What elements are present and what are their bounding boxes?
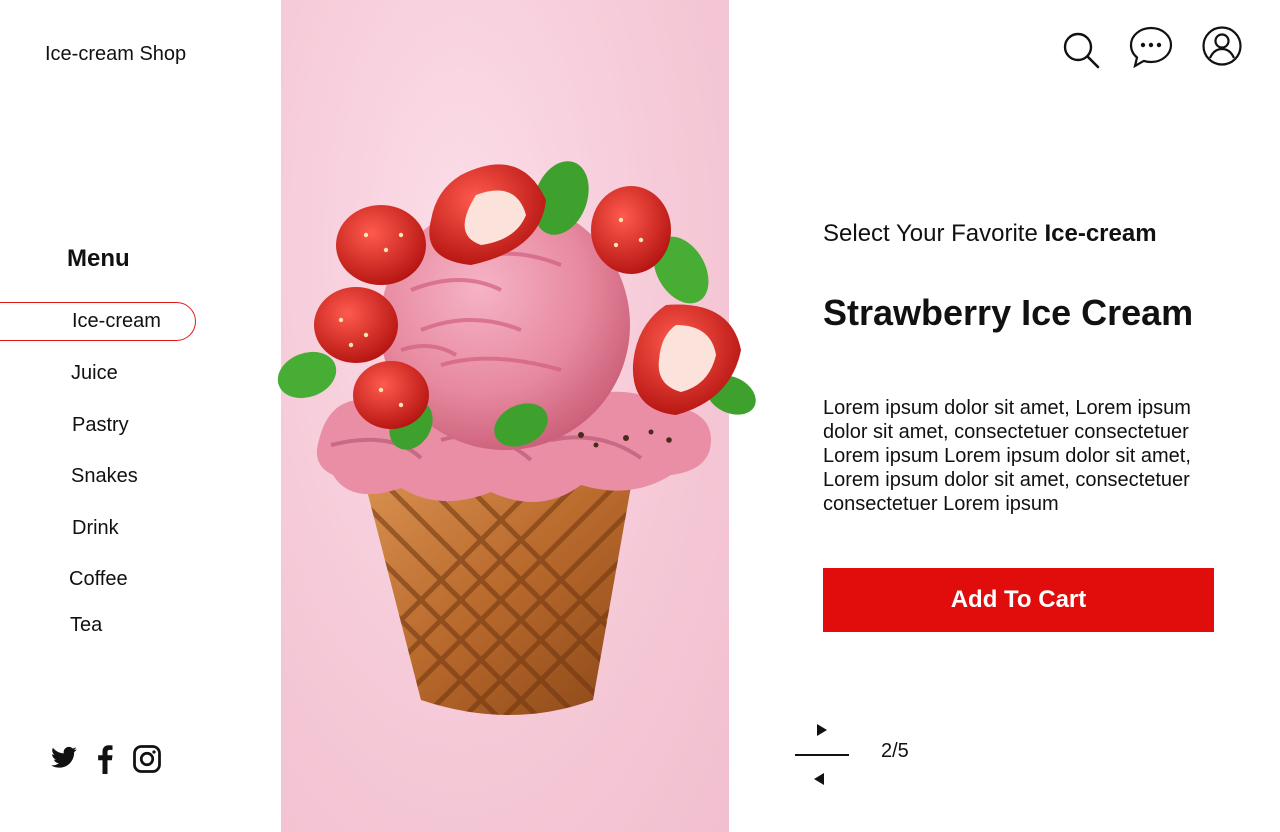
twitter-icon[interactable] [50,744,78,772]
menu-item-tea[interactable]: Tea [70,614,102,637]
menu-title: Menu [67,245,130,272]
menu-item-coffee[interactable]: Coffee [69,568,128,591]
subtitle-text: Select Your Favorite [823,220,1045,247]
menu-item-snakes[interactable]: Snakes [71,465,138,488]
facebook-icon[interactable] [96,744,114,774]
chat-icon[interactable] [1129,26,1173,68]
menu-item-juice[interactable]: Juice [71,362,118,385]
user-icon[interactable] [1202,26,1242,66]
menu-item-pastry[interactable]: Pastry [72,414,129,437]
prev-arrow-icon[interactable] [812,771,826,787]
hero-image [277,0,756,832]
product-title: Strawberry Ice Cream [823,292,1194,333]
strawberry-ice-cream-cone-image [277,161,756,715]
product-description: Lorem ipsum dolor sit amet, Lorem ipsum … [823,397,1191,515]
add-to-cart-button[interactable]: Add To Cart [823,568,1214,632]
menu-item-ice-cream[interactable]: Ice-cream [0,302,196,341]
product-subtitle: Select Your Favorite Ice-cream [823,220,1157,248]
search-icon[interactable] [1061,30,1101,70]
pager-divider [795,754,849,756]
next-arrow-icon[interactable] [815,722,829,738]
menu-item-drink[interactable]: Drink [72,517,119,540]
subtitle-category: Ice-cream [1044,220,1157,247]
brand-name[interactable]: Ice-cream Shop [45,43,186,66]
pager-count: 2/5 [881,740,909,762]
instagram-icon[interactable] [132,744,162,774]
